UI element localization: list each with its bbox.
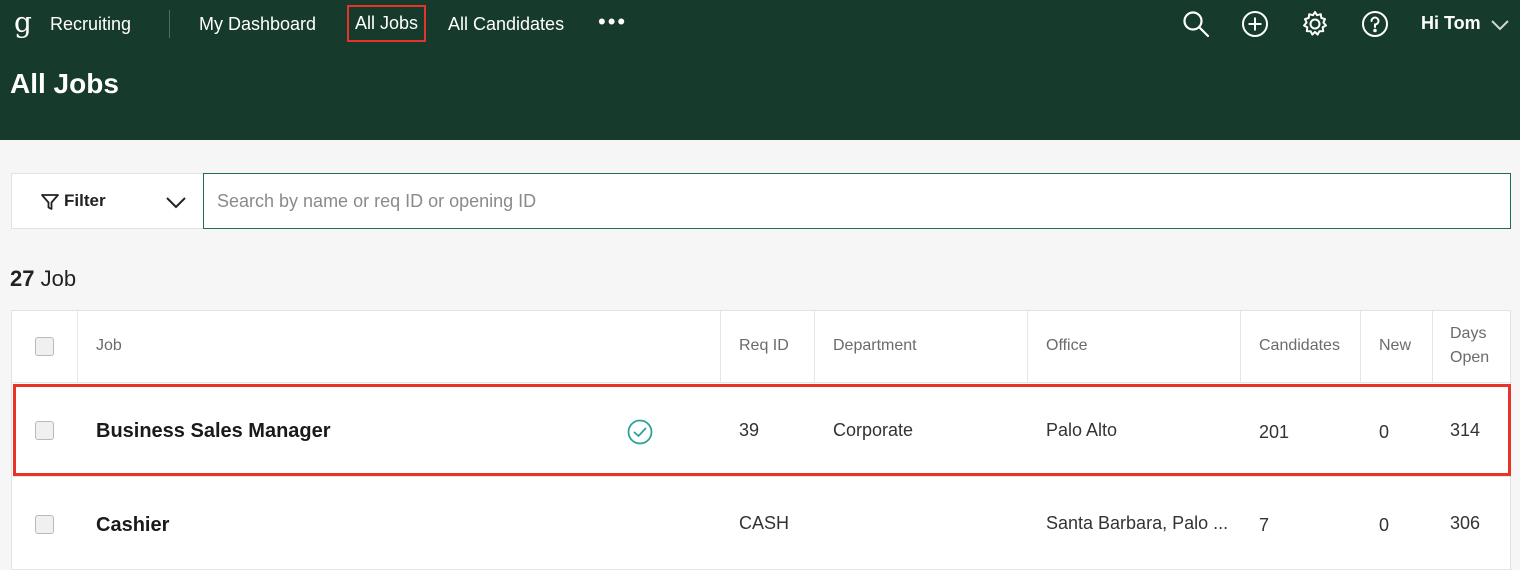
app-header: g Recruiting My Dashboard All Jobs All C… (0, 0, 1520, 140)
nav-recruiting[interactable]: Recruiting (50, 12, 131, 36)
cell-office: Palo Alto (1046, 420, 1118, 440)
column-header-office[interactable]: Office (1028, 311, 1241, 383)
table-row[interactable]: Business Sales Manager 39 Corporate Palo… (12, 384, 1512, 477)
column-header-label: Candidates (1259, 337, 1340, 354)
row-checkbox[interactable] (35, 421, 54, 440)
column-header-new[interactable]: New (1361, 311, 1433, 383)
nav-all-candidates[interactable]: All Candidates (448, 12, 564, 36)
cell-req-id: 39 (739, 420, 760, 440)
more-menu-icon[interactable]: ••• (598, 10, 627, 34)
column-header-days-open[interactable]: Days Open (1433, 311, 1512, 383)
app-logo[interactable]: g (14, 6, 34, 40)
search-input[interactable] (203, 173, 1511, 229)
top-nav: g Recruiting My Dashboard All Jobs All C… (0, 0, 1520, 48)
help-icon[interactable] (1360, 9, 1390, 39)
column-header-label: Job (96, 337, 122, 354)
column-header-label: Department (833, 337, 917, 354)
cell-days-open: 306 (1450, 513, 1481, 533)
cell-req-id: CASH (739, 513, 790, 533)
column-header-job[interactable]: Job (78, 311, 721, 383)
nav-divider (169, 10, 170, 38)
page-title: All Jobs (10, 68, 119, 99)
job-count-number: 27 (10, 266, 35, 291)
nav-my-dashboard[interactable]: My Dashboard (199, 12, 316, 36)
cell-department: Corporate (833, 420, 914, 440)
chevron-down-icon[interactable] (1490, 18, 1510, 32)
column-header-label: New (1379, 337, 1412, 354)
chevron-down-icon (164, 192, 188, 212)
select-all-checkbox[interactable] (35, 337, 54, 356)
column-header-department[interactable]: Department (815, 311, 1028, 383)
cell-new: 0 (1379, 515, 1390, 535)
job-count: 27 Job (10, 266, 76, 292)
column-header-label: Req ID (739, 337, 789, 354)
column-header-candidates[interactable]: Candidates (1241, 311, 1361, 383)
job-title-link[interactable]: Cashier (96, 514, 169, 537)
job-count-unit: Job (40, 266, 77, 291)
cell-office: Santa Barbara, Palo ... (1046, 513, 1229, 533)
cell-days-open: 314 (1450, 420, 1481, 440)
column-header-label: Office (1046, 337, 1088, 354)
search-icon[interactable] (1181, 9, 1211, 39)
column-header-label: Days (1450, 325, 1487, 342)
jobs-table: Job Req ID Department Office Candidates … (11, 310, 1512, 570)
add-icon[interactable] (1240, 9, 1270, 39)
header-select-cell (12, 311, 78, 383)
column-header-label: Open (1450, 349, 1490, 366)
filter-label: Filter (64, 191, 106, 210)
gear-icon[interactable] (1300, 9, 1330, 39)
nav-all-jobs[interactable]: All Jobs (347, 5, 427, 42)
cell-candidates[interactable]: 201 (1259, 422, 1289, 443)
cell-candidates[interactable]: 7 (1259, 515, 1269, 536)
check-circle-icon (627, 419, 653, 445)
cell-new: 0 (1379, 422, 1390, 442)
column-header-req-id[interactable]: Req ID (721, 311, 815, 383)
row-checkbox[interactable] (35, 515, 54, 534)
table-row[interactable]: Cashier CASH Santa Barbara, Palo ... 7 0… (12, 478, 1512, 570)
filter-icon (40, 192, 60, 212)
job-title-link[interactable]: Business Sales Manager (96, 420, 331, 443)
filter-dropdown[interactable]: Filter (11, 173, 203, 229)
user-greeting[interactable]: Hi Tom (1421, 13, 1481, 34)
